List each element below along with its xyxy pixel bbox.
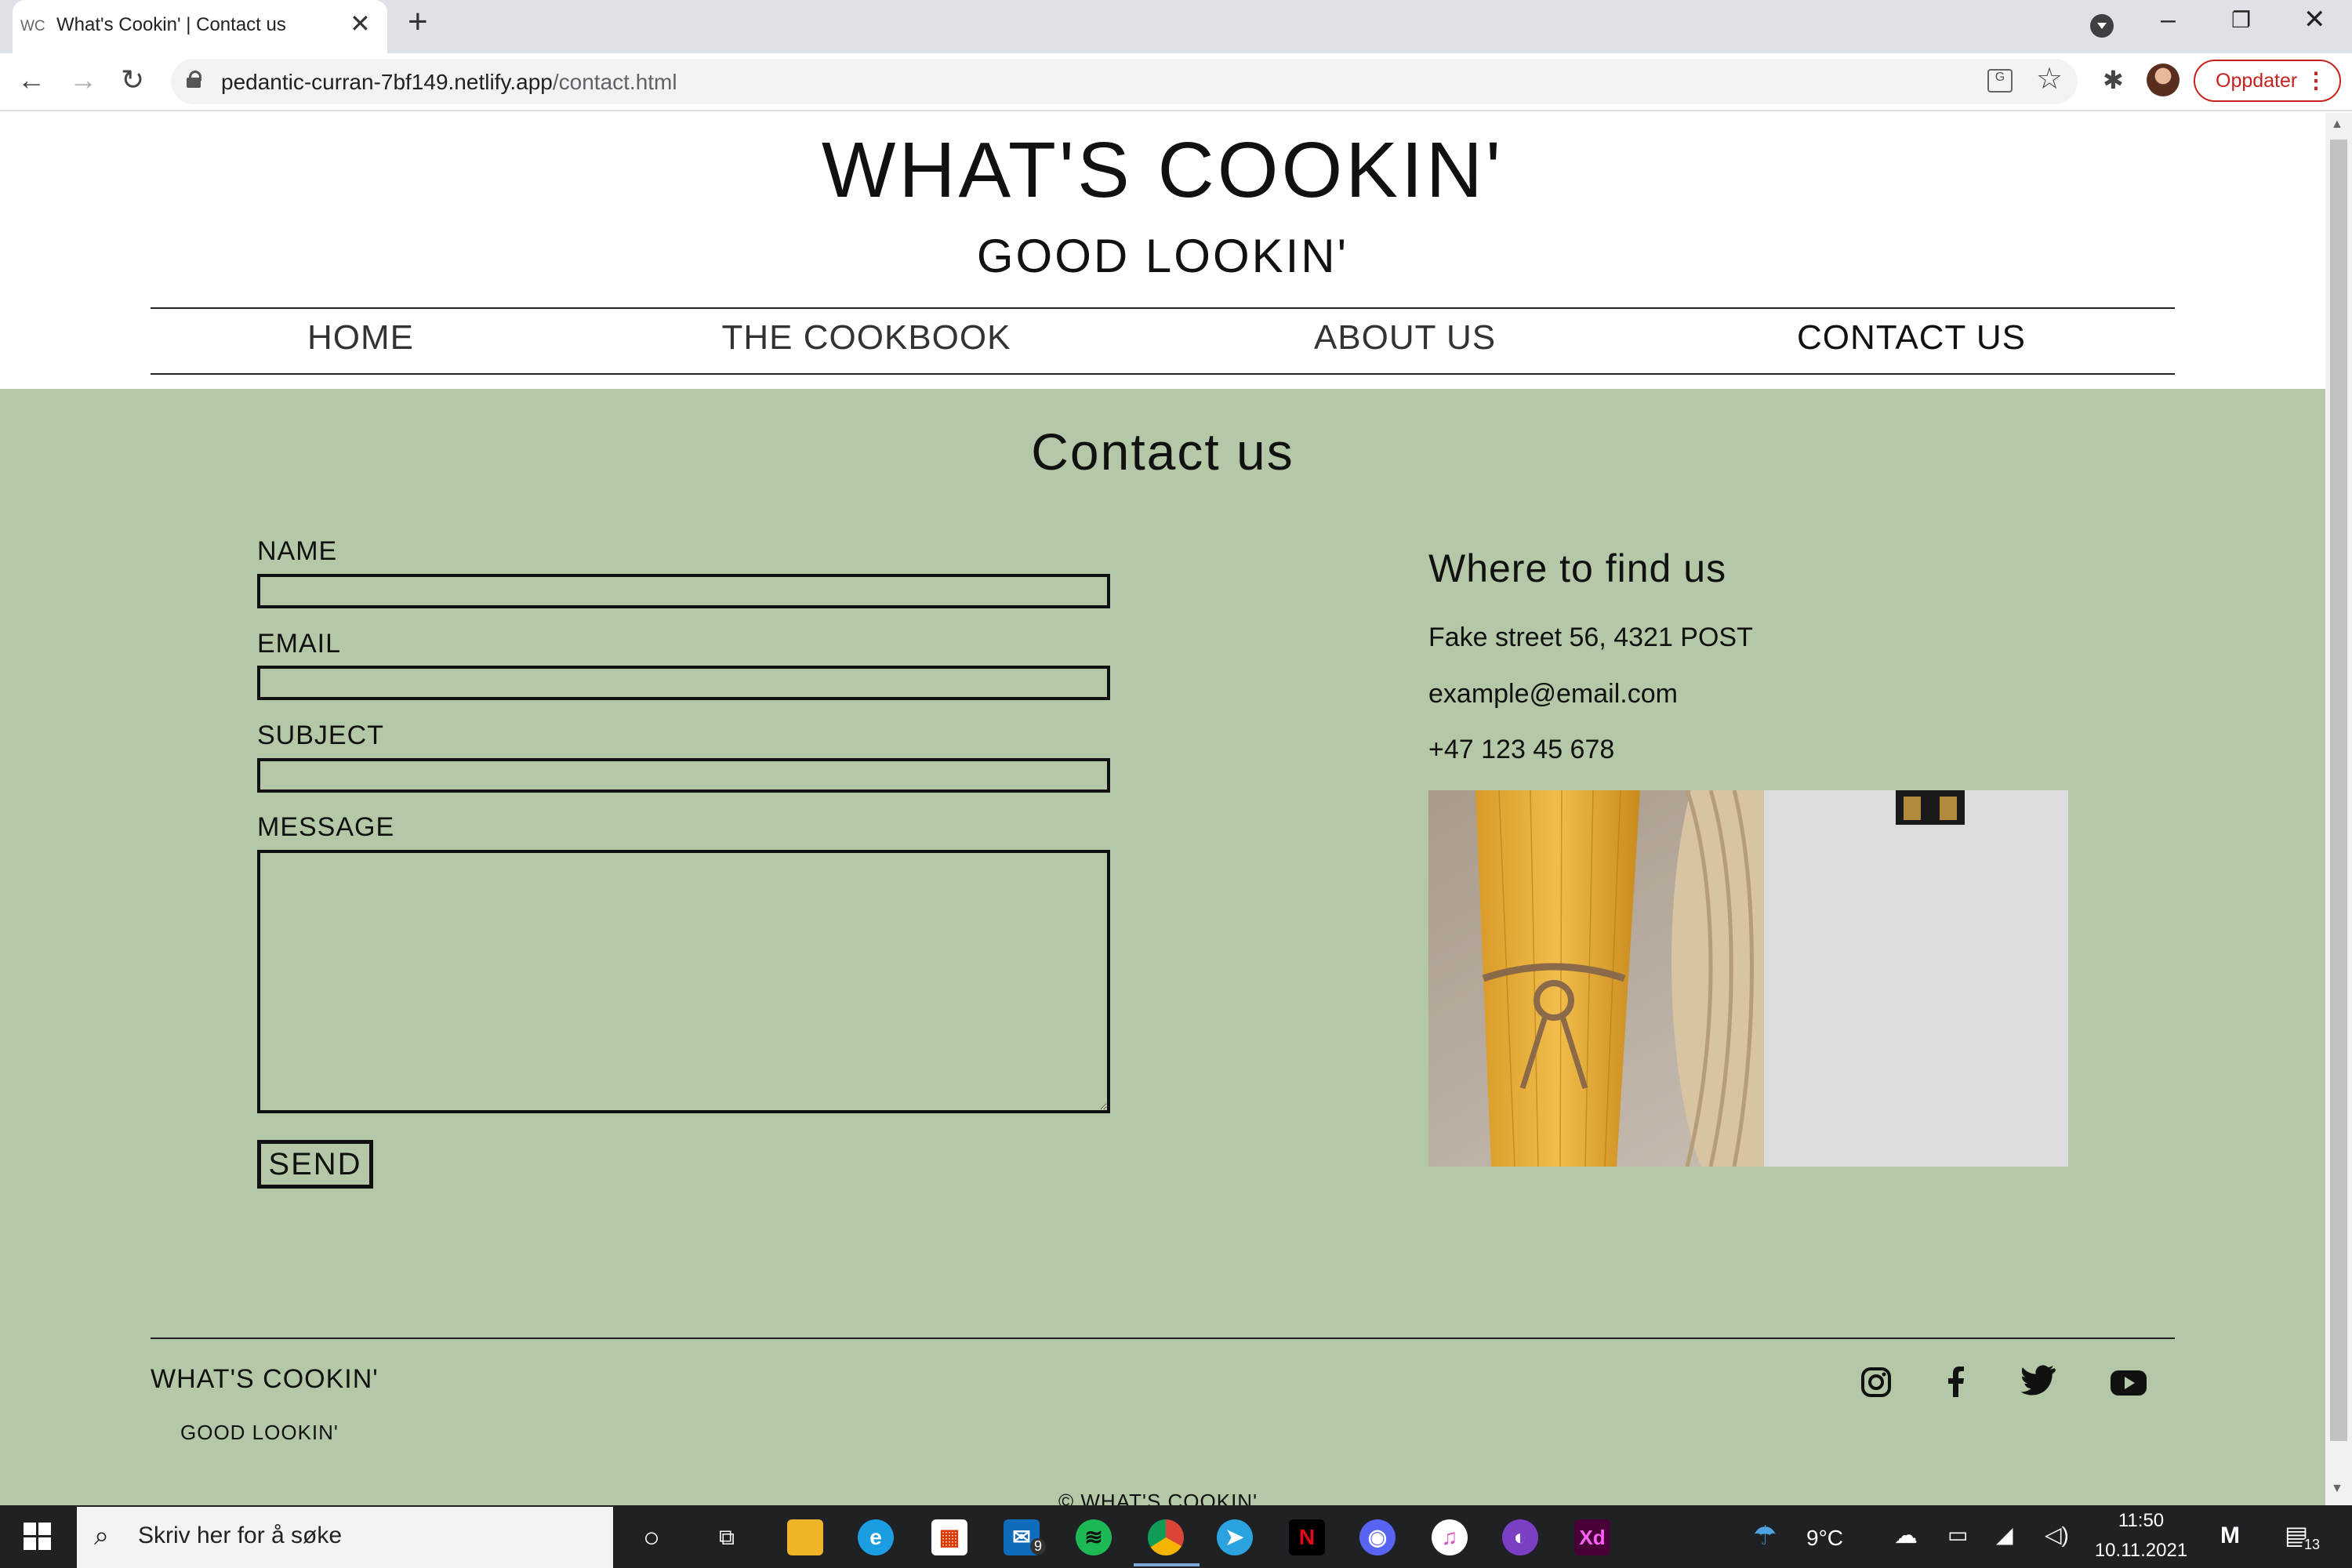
edge-icon[interactable]: e (858, 1519, 894, 1555)
translate-icon[interactable]: G (1987, 69, 2013, 93)
more-menu-icon[interactable]: ⋮ (2305, 61, 2327, 100)
temperature-text[interactable]: 9°C (1806, 1526, 1843, 1551)
site-title[interactable]: WHAT'S COOKIN' (0, 125, 2325, 216)
url-host: pedantic-curran-7bf149.netlify.app (221, 70, 553, 94)
tab-title[interactable]: What's Cookin' | Contact us (56, 14, 286, 36)
facebook-icon[interactable] (1936, 1363, 1976, 1402)
discord-icon[interactable]: ◉ (1359, 1519, 1396, 1555)
find-us-heading: Where to find us (1428, 546, 1727, 590)
name-label: NAME (257, 536, 338, 566)
spaghetti-photo (1428, 790, 2068, 1167)
instagram-icon[interactable] (1857, 1363, 1896, 1402)
back-icon[interactable]: ← (17, 66, 45, 94)
scroll-up-arrow-icon[interactable]: ▲ (2331, 118, 2343, 132)
taskbar-search-placeholder[interactable]: Skriv her for å søke (138, 1523, 342, 1549)
notification-count: 13 (2302, 1537, 2323, 1553)
clock-date[interactable]: 10.11.2021 (2089, 1540, 2194, 1562)
minimize-icon[interactable]: – (2161, 6, 2176, 33)
wifi-icon[interactable]: ◢ (1996, 1524, 2013, 1546)
adobe-xd-icon[interactable]: Xd (1574, 1519, 1610, 1555)
copyright-text: © WHAT'S COOKIN' (1058, 1490, 1258, 1505)
restore-icon[interactable]: ❐ (2231, 9, 2251, 31)
clock-time[interactable]: 11:50 (2098, 1510, 2184, 1532)
extensions-puzzle-icon[interactable]: ✱ (2103, 67, 2124, 93)
send-button[interactable]: SEND (257, 1140, 373, 1189)
mail-badge: 9 (1030, 1538, 1047, 1555)
store-icon[interactable]: ▦ (931, 1519, 967, 1555)
phone-text[interactable]: +47 123 45 678 (1428, 735, 1614, 765)
bookmark-star-icon[interactable]: ☆ (2036, 64, 2063, 94)
site-subtitle: GOOD LOOKIN' (976, 230, 1349, 282)
volume-icon[interactable]: ◁) (2045, 1524, 2069, 1546)
url-text[interactable]: pedantic-curran-7bf149.netlify.app/conta… (221, 70, 677, 95)
scrollbar-thumb[interactable] (2330, 140, 2347, 1441)
url-path: /contact.html (552, 70, 677, 94)
nav-link-home[interactable]: HOME (125, 318, 596, 358)
file-explorer-icon[interactable] (787, 1519, 823, 1555)
email-label: EMAIL (257, 629, 342, 659)
subject-input[interactable] (257, 758, 1110, 793)
nav-link-contact[interactable]: CONTACT US (1676, 318, 2147, 358)
task-view-icon[interactable]: ⧉ (709, 1519, 745, 1555)
page-heading: Contact us (1031, 423, 1294, 481)
tab-search-icon[interactable] (2090, 14, 2114, 38)
nav-divider-top (151, 307, 2175, 309)
battery-icon[interactable]: ▭ (1947, 1524, 1968, 1546)
email-text[interactable]: example@email.com (1428, 679, 1678, 710)
reload-icon[interactable]: ↻ (121, 66, 144, 94)
lock-icon[interactable] (187, 71, 202, 88)
twitter-icon[interactable] (2020, 1363, 2059, 1402)
telegram-icon[interactable]: ➤ (1217, 1519, 1253, 1555)
forward-icon[interactable]: → (69, 66, 97, 94)
mixed-reality-icon[interactable]: M (2220, 1524, 2240, 1548)
close-tab-icon[interactable]: ✕ (350, 11, 371, 36)
search-icon: ⌕ (94, 1521, 110, 1551)
footer-title: WHAT'S COOKIN' (151, 1364, 379, 1394)
profile-avatar[interactable] (2147, 64, 2180, 96)
itunes-icon[interactable]: ♫ (1432, 1519, 1468, 1555)
tab-favicon: WC (20, 18, 45, 34)
name-input[interactable] (257, 574, 1110, 608)
update-button-label: Oppdater (2216, 70, 2298, 92)
footer-divider (151, 1338, 2175, 1339)
email-input[interactable] (257, 666, 1110, 700)
github-icon[interactable]: ◐ (1502, 1519, 1538, 1555)
spotify-icon[interactable]: ≋ (1076, 1519, 1112, 1555)
nav-link-cookbook[interactable]: THE COOKBOOK (631, 318, 1102, 358)
onedrive-cloud-icon[interactable]: ☁ (1894, 1524, 1918, 1548)
weather-umbrella-icon[interactable]: ☂ (1753, 1523, 1777, 1549)
youtube-icon[interactable] (2109, 1363, 2148, 1402)
windows-start-icon[interactable] (24, 1523, 52, 1551)
new-tab-icon[interactable]: + (408, 5, 428, 39)
netflix-icon[interactable]: N (1289, 1519, 1325, 1555)
footer-subtitle: GOOD LOOKIN' (180, 1421, 339, 1444)
cortana-icon[interactable]: ○ (633, 1519, 670, 1555)
window-close-icon[interactable]: ✕ (2303, 6, 2326, 33)
update-button[interactable]: Oppdater ⋮ (2194, 60, 2341, 102)
nav-divider-bottom (151, 373, 2175, 375)
message-label: MESSAGE (257, 812, 395, 842)
scroll-down-arrow-icon[interactable]: ▼ (2331, 1482, 2343, 1496)
chrome-active-indicator (1134, 1563, 1200, 1566)
nav-link-about[interactable]: ABOUT US (1170, 318, 1640, 358)
address-text: Fake street 56, 4321 POST (1428, 622, 1753, 652)
subject-label: SUBJECT (257, 720, 384, 750)
chrome-icon[interactable] (1148, 1519, 1184, 1555)
message-textarea[interactable] (257, 850, 1110, 1113)
